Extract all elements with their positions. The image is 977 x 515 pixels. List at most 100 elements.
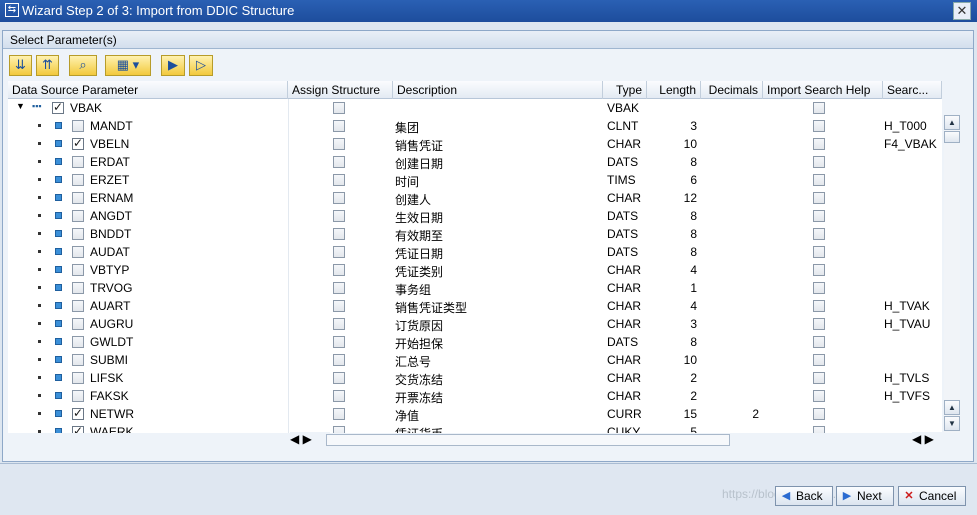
field-checkbox[interactable] [72,336,84,348]
field-checkbox[interactable] [72,300,84,312]
import-search-help-checkbox[interactable] [813,102,825,114]
assign-structure-checkbox[interactable] [333,210,345,222]
deselect-all-icon[interactable]: ▷ [189,55,213,76]
field-checkbox[interactable] [72,282,84,294]
select-all-icon[interactable]: ▶ [161,55,185,76]
expand-all-icon[interactable]: ⇊ [9,55,32,76]
field-checkbox[interactable] [72,354,84,366]
scroll-down-more-icon[interactable]: ▲ [944,400,960,415]
assign-structure-checkbox[interactable] [333,426,345,433]
expand-triangle-icon[interactable]: ▼ [12,99,26,117]
table-row[interactable]: GWLDT 开始担保 DATS 8 [8,333,942,351]
field-checkbox[interactable] [72,246,84,258]
table-row[interactable]: ERNAM 创建人 CHAR 12 [8,189,942,207]
field-checkbox[interactable] [72,390,84,402]
import-search-help-checkbox[interactable] [813,408,825,420]
field-checkbox[interactable] [72,228,84,240]
table-row[interactable]: TRVOG 事务组 CHAR 1 [8,279,942,297]
table-row[interactable]: VBTYP 凭证类别 CHAR 4 [8,261,942,279]
import-search-help-checkbox[interactable] [813,318,825,330]
table-row[interactable]: AUART 销售凭证类型 CHAR 4 H_TVAK [8,297,942,315]
assign-structure-checkbox[interactable] [333,390,345,402]
table-row[interactable]: FAKSK 开票冻结 CHAR 2 H_TVFS [8,387,942,405]
import-search-help-checkbox[interactable] [813,390,825,402]
col-header-length[interactable]: Length [647,81,701,99]
import-search-help-checkbox[interactable] [813,156,825,168]
table-row[interactable]: WAERK 凭证货币 CUKY 5 [8,423,942,433]
assign-structure-checkbox[interactable] [333,282,345,294]
table-row[interactable]: NETWR 净值 CURR 15 2 [8,405,942,423]
assign-structure-checkbox[interactable] [333,354,345,366]
col-header-import-search-help[interactable]: Import Search Help [763,81,883,99]
col-header-decimals[interactable]: Decimals [701,81,763,99]
table-row[interactable]: SUBMI 汇总号 CHAR 10 [8,351,942,369]
assign-structure-checkbox[interactable] [333,318,345,330]
assign-structure-checkbox[interactable] [333,192,345,204]
table-row[interactable]: MANDT 集团 CLNT 3 H_T000 [8,117,942,135]
close-icon[interactable]: ✕ [953,2,971,20]
import-search-help-checkbox[interactable] [813,336,825,348]
col-header-type[interactable]: Type [603,81,647,99]
scroll-thumb[interactable] [944,131,960,143]
field-checkbox[interactable] [72,424,84,433]
assign-structure-checkbox[interactable] [333,246,345,258]
import-search-help-checkbox[interactable] [813,174,825,186]
assign-structure-checkbox[interactable] [333,264,345,276]
back-button[interactable]: ◀ Back [775,486,833,506]
assign-structure-checkbox[interactable] [333,102,345,114]
field-checkbox[interactable] [72,264,84,276]
cancel-button[interactable]: ✕ Cancel [898,486,966,506]
collapse-all-icon[interactable]: ⇈ [36,55,59,76]
col-header-description[interactable]: Description [393,81,603,99]
table-row[interactable]: ANGDT 生效日期 DATS 8 [8,207,942,225]
import-search-help-checkbox[interactable] [813,264,825,276]
horizontal-scroll-thumb[interactable] [326,434,730,446]
import-search-help-checkbox[interactable] [813,372,825,384]
import-search-help-checkbox[interactable] [813,138,825,150]
table-row[interactable]: VBELN 销售凭证 CHAR 10 F4_VBAK [8,135,942,153]
import-search-help-checkbox[interactable] [813,300,825,312]
scroll-up-icon[interactable]: ▲ [944,115,960,130]
field-checkbox[interactable] [72,192,84,204]
assign-structure-checkbox[interactable] [333,300,345,312]
field-checkbox[interactable] [72,318,84,330]
left-hscroll-arrows[interactable]: ◀ ▶ [290,432,330,448]
tree-root-row[interactable]: ▼ ▪▪▪ VBAK VBAK [8,99,942,117]
assign-structure-checkbox[interactable] [333,174,345,186]
field-checkbox[interactable] [72,406,84,420]
import-search-help-checkbox[interactable] [813,246,825,258]
field-checkbox[interactable] [72,156,84,168]
col-header-search-help-name[interactable]: Searc... [883,81,942,99]
table-row[interactable]: AUGRU 订货原因 CHAR 3 H_TVAU [8,315,942,333]
assign-structure-checkbox[interactable] [333,336,345,348]
table-row[interactable]: BNDDT 有效期至 DATS 8 [8,225,942,243]
import-search-help-checkbox[interactable] [813,192,825,204]
col-header-param[interactable]: Data Source Parameter [8,81,288,99]
field-checkbox[interactable] [72,174,84,186]
field-checkbox[interactable] [72,372,84,384]
root-checkbox[interactable] [52,100,64,114]
field-checkbox[interactable] [72,210,84,222]
table-row[interactable]: ERZET 时间 TIMS 6 [8,171,942,189]
import-search-help-checkbox[interactable] [813,426,825,433]
table-row[interactable]: AUDAT 凭证日期 DATS 8 [8,243,942,261]
assign-structure-checkbox[interactable] [333,408,345,420]
field-checkbox[interactable] [72,136,84,150]
assign-structure-checkbox[interactable] [333,156,345,168]
vertical-scrollbar[interactable] [944,115,960,433]
assign-structure-checkbox[interactable] [333,372,345,384]
find-icon[interactable]: ⌕ [69,55,97,76]
next-button[interactable]: ▶ Next [836,486,894,506]
import-search-help-checkbox[interactable] [813,282,825,294]
import-search-help-checkbox[interactable] [813,354,825,366]
assign-structure-checkbox[interactable] [333,120,345,132]
import-search-help-checkbox[interactable] [813,210,825,222]
field-checkbox[interactable] [72,120,84,132]
assign-structure-checkbox[interactable] [333,228,345,240]
table-row[interactable]: ERDAT 创建日期 DATS 8 [8,153,942,171]
scroll-down-icon[interactable]: ▼ [944,416,960,431]
assign-structure-checkbox[interactable] [333,138,345,150]
layout-icon[interactable]: ▦ ▾ [105,55,151,76]
table-row[interactable]: LIFSK 交货冻结 CHAR 2 H_TVLS [8,369,942,387]
import-search-help-checkbox[interactable] [813,120,825,132]
